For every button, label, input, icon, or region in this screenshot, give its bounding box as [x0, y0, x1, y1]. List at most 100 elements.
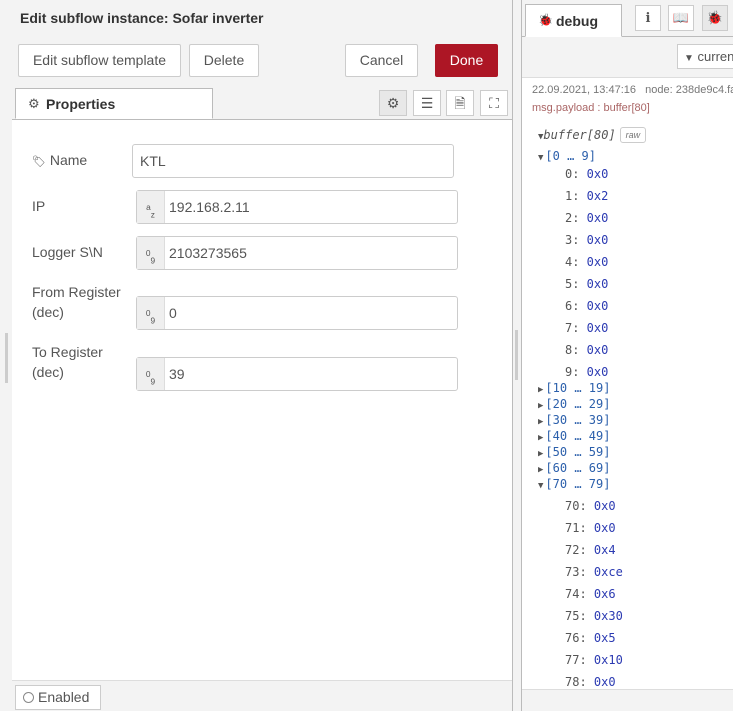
- buffer-element: 78: 0x0: [565, 675, 616, 689]
- debug-message-list[interactable]: 22.09.2021, 13:47:16 node: 238de9c4.fa m…: [522, 78, 733, 690]
- raw-toggle-button[interactable]: raw: [619, 127, 647, 143]
- buffer-element-value: 0x0: [579, 343, 609, 357]
- buffer-header[interactable]: ▼buffer[80] raw: [538, 127, 647, 143]
- delete-button[interactable]: Delete: [189, 44, 259, 77]
- resize-grip[interactable]: [5, 333, 8, 383]
- to-register-input[interactable]: 09 39: [136, 357, 458, 391]
- buffer-element-index: 72:: [565, 543, 587, 557]
- buffer-group-label: [60 … 69]: [545, 461, 611, 475]
- buffer-element-value: 0x0: [586, 675, 616, 689]
- caret-right-icon[interactable]: ▶: [538, 433, 543, 443]
- buffer-element-index: 8:: [565, 343, 580, 357]
- from-register-label: From Register (dec): [32, 282, 121, 322]
- from-register-label-line2: (dec): [32, 304, 64, 320]
- number-type-icon[interactable]: 09: [137, 237, 165, 269]
- caret-down-icon[interactable]: ▼: [538, 481, 543, 491]
- buffer-group[interactable]: ▶ [40 … 49]: [538, 429, 610, 443]
- caret-right-icon[interactable]: ▶: [538, 465, 543, 475]
- caret-right-icon[interactable]: ▶: [538, 417, 543, 427]
- buffer-group[interactable]: ▶ [20 … 29]: [538, 397, 610, 411]
- tag-icon: 🏷: [32, 156, 46, 168]
- sidebar-bottom-bar: [522, 689, 733, 711]
- done-button[interactable]: Done: [435, 44, 498, 77]
- sidebar-splitter[interactable]: [513, 0, 521, 711]
- buffer-group[interactable]: ▶ [60 … 69]: [538, 461, 610, 475]
- tray-header: Edit subflow instance: Sofar inverter: [12, 0, 512, 37]
- filter-button[interactable]: ▼ current: [677, 44, 733, 69]
- tab-settings[interactable]: ⚙: [379, 90, 407, 116]
- buffer-element-value: 0x10: [586, 653, 623, 667]
- buffer-element: 6: 0x0: [565, 299, 608, 313]
- buffer-element: 4: 0x0: [565, 255, 608, 269]
- buffer-element-index: 3:: [565, 233, 580, 247]
- tab-debug-label: debug: [556, 13, 598, 29]
- tab-description[interactable]: 🗎: [446, 90, 474, 116]
- buffer-group-label: [50 … 59]: [545, 445, 611, 459]
- name-input[interactable]: KTL: [132, 144, 454, 178]
- buffer-element-value: 0x0: [579, 233, 609, 247]
- ip-input[interactable]: az 192.168.2.11: [136, 190, 458, 224]
- buffer-element-index: 77:: [565, 653, 587, 667]
- buffer-element-index: 6:: [565, 299, 580, 313]
- properties-form: 🏷 Name KTL IP az 192.168.2.11 Logger S\N…: [12, 120, 512, 681]
- buffer-element: 70: 0x0: [565, 499, 616, 513]
- gear-icon: ⚙: [386, 95, 400, 111]
- buffer-element-index: 9:: [565, 365, 580, 379]
- caret-right-icon[interactable]: ▶: [538, 385, 543, 395]
- buffer-group[interactable]: ▼ [70 … 79]: [538, 477, 610, 491]
- number-type-icon[interactable]: 09: [137, 297, 165, 329]
- bug-icon: 🐞: [706, 10, 724, 25]
- buffer-group-label: [30 … 39]: [545, 413, 611, 427]
- buffer-group[interactable]: ▶ [30 … 39]: [538, 413, 610, 427]
- edit-tray: Edit subflow instance: Sofar inverter Ed…: [0, 0, 513, 711]
- buffer-element-value: 0x0: [579, 167, 609, 181]
- buffer-group[interactable]: ▶ [10 … 19]: [538, 381, 610, 395]
- buffer-element-value: 0x0: [579, 299, 609, 313]
- edit-subflow-template-button[interactable]: Edit subflow template: [18, 44, 181, 77]
- buffer-element: 0: 0x0: [565, 167, 608, 181]
- filter-label: current: [697, 49, 733, 64]
- buffer-element: 73: 0xce: [565, 565, 623, 579]
- buffer-element-index: 70:: [565, 499, 587, 513]
- splitter-grip[interactable]: [515, 330, 518, 380]
- tab-info[interactable]: i: [635, 5, 661, 31]
- buffer-group-label: [10 … 19]: [545, 381, 611, 395]
- buffer-element: 2: 0x0: [565, 211, 608, 225]
- buffer-element-value: 0x5: [586, 631, 616, 645]
- list-icon: ☰: [420, 95, 434, 111]
- cancel-button[interactable]: Cancel: [345, 44, 418, 77]
- buffer-group-label: [20 … 29]: [545, 397, 611, 411]
- tab-debug-icon[interactable]: 🐞: [702, 5, 728, 31]
- string-type-icon[interactable]: az: [137, 191, 165, 223]
- tab-environment[interactable]: ☰: [413, 90, 441, 116]
- buffer-element-value: 0x0: [579, 211, 609, 225]
- buffer-group[interactable]: ▶ [50 … 59]: [538, 445, 610, 459]
- from-register-label-line1: From Register: [32, 284, 121, 300]
- buffer-element: 77: 0x10: [565, 653, 623, 667]
- buffer-element-index: 0:: [565, 167, 580, 181]
- caret-right-icon[interactable]: ▶: [538, 449, 543, 459]
- caret-down-icon[interactable]: ▼: [538, 153, 543, 163]
- buffer-element: 75: 0x30: [565, 609, 623, 623]
- tab-appearance[interactable]: ⛶: [480, 90, 508, 116]
- buffer-element: 74: 0x6: [565, 587, 616, 601]
- tab-debug[interactable]: 🐞 debug: [525, 4, 622, 37]
- tray-title: Edit subflow instance: Sofar inverter: [20, 10, 264, 26]
- buffer-element: 72: 0x4: [565, 543, 616, 557]
- tab-help[interactable]: 📖: [668, 5, 694, 31]
- message-node[interactable]: node: 238de9c4.fa: [645, 84, 733, 96]
- number-type-icon[interactable]: 09: [137, 358, 165, 390]
- buffer-element: 5: 0x0: [565, 277, 608, 291]
- to-register-label-line2: (dec): [32, 364, 64, 380]
- buffer-group[interactable]: ▼ [0 … 9]: [538, 149, 596, 163]
- buffer-group-label: [40 … 49]: [545, 429, 611, 443]
- buffer-element-index: 5:: [565, 277, 580, 291]
- from-register-input[interactable]: 09 0: [136, 296, 458, 330]
- name-label-text: Name: [49, 152, 88, 168]
- buffer-element-value: 0xce: [586, 565, 623, 579]
- buffer-element-index: 71:: [565, 521, 587, 535]
- enabled-toggle-button[interactable]: Enabled: [15, 685, 101, 710]
- tab-properties[interactable]: ⚙ Properties: [15, 88, 213, 119]
- logger-input[interactable]: 09 2103273565: [136, 236, 458, 270]
- caret-right-icon[interactable]: ▶: [538, 401, 543, 411]
